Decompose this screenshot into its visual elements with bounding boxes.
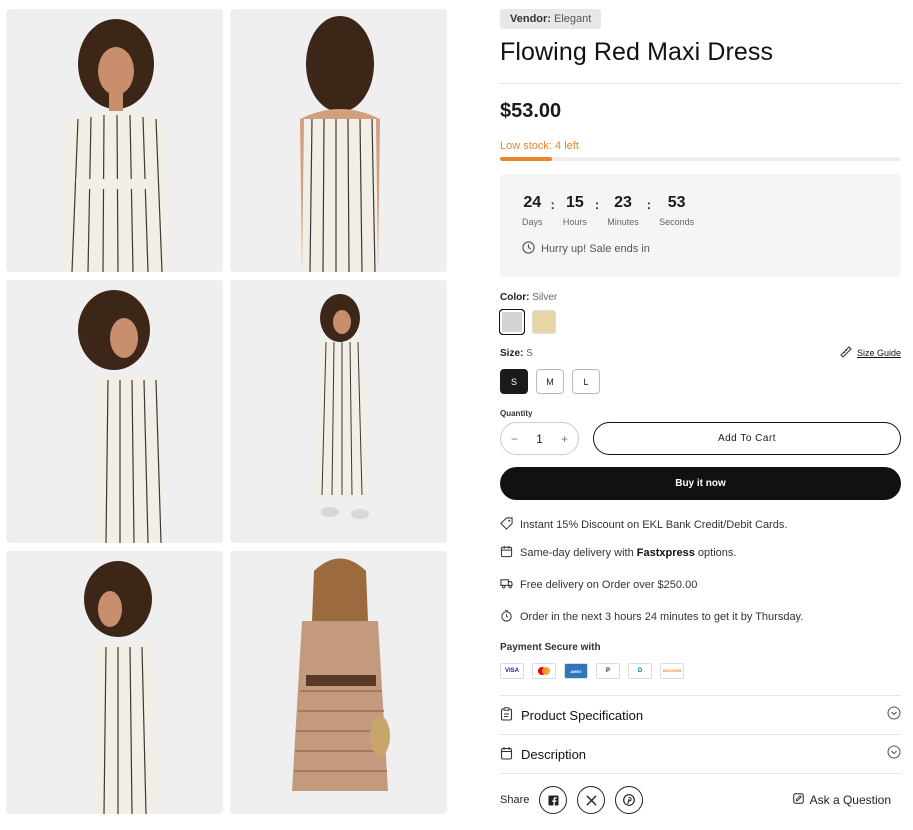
gallery-image-side-right[interactable] [6,551,223,814]
size-guide-link[interactable]: Size Guide [840,346,901,360]
clipboard-icon [500,706,513,724]
vendor-value[interactable]: Elegant [554,13,591,25]
visa-card-icon: VISA [500,663,524,679]
model-alt-dress-image [230,551,447,814]
buy-now-button[interactable]: Buy it now [500,467,901,500]
feature-delivery-time: Order in the next 3 hours 24 minutes to … [500,609,901,625]
discover-card-icon: DISCOVER [660,663,684,679]
countdown-seconds: 53 Seconds [659,194,695,227]
stock-status: Low stock: 4 left [500,140,579,152]
pinterest-icon[interactable] [615,786,644,814]
size-button-l[interactable]: L [572,369,600,394]
sale-countdown: 24 Days : 15 Hours : 23 Minutes : 53 Seconds… [500,174,901,277]
x-icon[interactable] [577,786,606,814]
stock-progress-fill [500,157,553,161]
stopwatch-icon [500,609,513,625]
color-swatch-silver[interactable] [499,309,525,335]
calendar-icon [500,545,513,561]
countdown-separator: : [594,197,600,212]
quantity-decrease-button[interactable]: − [511,432,518,446]
gallery-image-back[interactable] [230,9,447,272]
payment-label: Payment Secure with [500,642,601,653]
calendar-icon [500,746,513,763]
truck-icon [500,577,513,593]
vendor-badge: Vendor: Elegant [500,9,602,29]
feature-discount: Instant 15% Discount on EKL Bank Credit/… [500,517,901,533]
gallery-image-front[interactable] [6,9,223,272]
edit-box-icon [792,793,804,807]
divider [500,83,901,84]
quantity-label: Quantity [500,409,533,418]
share-row: Share Ask a Question [500,786,901,814]
stock-progress-bar [500,157,901,161]
chevron-down-icon [887,745,901,764]
model-back-image [230,9,447,272]
model-profile-image [6,551,223,814]
quantity-increase-button[interactable]: + [561,432,568,446]
countdown-message: Hurry up! Sale ends in [522,241,879,257]
size-label: Size: [500,347,524,359]
color-selected-value: Silver [532,292,558,303]
clock-icon [522,241,535,257]
product-info-panel: Vendor: Elegant Flowing Red Maxi Dress $… [499,9,901,814]
quantity-stepper: − 1 + [500,422,579,455]
quantity-value[interactable]: 1 [536,432,543,446]
feature-same-day: Same-day delivery with Fastxpress option… [500,545,901,561]
countdown-days: 24 Days [522,194,543,227]
facebook-icon[interactable] [539,786,568,814]
model-front-image [6,9,223,272]
feature-free-delivery: Free delivery on Order over $250.00 [500,577,901,593]
color-label: Color: [500,292,530,303]
ask-question-link[interactable]: Ask a Question [792,793,891,807]
size-button-m[interactable]: M [536,369,564,394]
mastercard-icon [532,663,556,679]
feature-list: Instant 15% Discount on EKL Bank Credit/… [500,517,901,625]
chevron-down-icon [887,706,901,725]
size-button-s[interactable]: S [500,369,528,394]
vendor-label: Vendor: [510,13,551,25]
gallery-image-full-body[interactable] [230,280,447,543]
tag-icon [500,517,513,533]
ruler-icon [840,346,852,360]
color-option: Color: Silver [499,292,901,335]
quantity-section: Quantity − 1 + Add To Cart [500,409,901,455]
payment-card-list: VISA AMEX P D DISCOVER [500,663,901,679]
countdown-hours: 15 Hours [562,194,587,227]
product-title: Flowing Red Maxi Dress [500,38,774,66]
gallery-image-side-left[interactable] [6,280,223,543]
share-label: Share [500,794,530,806]
amex-card-icon: AMEX [564,663,588,679]
paypal-card-icon: P [596,663,620,679]
color-swatch-beige[interactable] [532,310,556,334]
countdown-separator: : [646,197,652,212]
divider [500,773,901,774]
model-full-body-image [230,280,447,543]
countdown-separator: : [550,197,555,212]
product-price: $53.00 [500,100,562,122]
size-selected-value: S [526,347,533,359]
countdown-minutes: 23 Minutes [607,194,639,227]
diners-card-icon: D [628,663,652,679]
model-side-image [6,280,223,543]
add-to-cart-button[interactable]: Add To Cart [593,422,901,455]
payment-section: Payment Secure with VISA AMEX P D DISCOV… [500,642,901,679]
gallery-image-alt-dress[interactable] [230,551,447,814]
size-option: Size: S Size Guide S M L [500,346,901,394]
accordion-product-specification[interactable]: Product Specification [500,696,901,734]
accordion-description[interactable]: Description [500,735,901,773]
